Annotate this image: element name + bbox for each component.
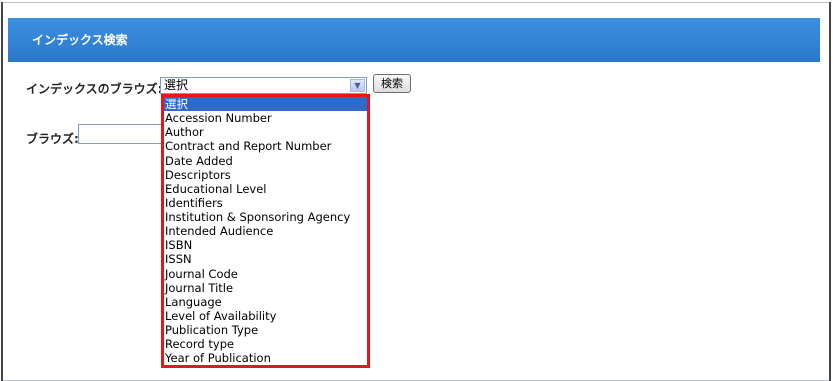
left-border [1, 2, 3, 381]
dropdown-option[interactable]: 選択 [164, 97, 367, 112]
dropdown-option[interactable]: Level of Availability [164, 309, 367, 323]
dropdown-option[interactable]: Intended Audience [164, 224, 367, 238]
index-dropdown-list[interactable]: 選択 Accession Number Author Contract and Rep… [161, 94, 370, 368]
dropdown-option[interactable]: Contract and Report Number [164, 139, 367, 153]
browse-input[interactable] [78, 124, 168, 144]
dropdown-option[interactable]: Accession Number [164, 111, 367, 125]
dropdown-option[interactable]: ISBN [164, 238, 367, 252]
index-select[interactable]: 選択 ▼ [160, 77, 367, 94]
dropdown-option[interactable]: ISSN [164, 252, 367, 266]
browse-label: ブラウズ: [26, 132, 79, 146]
dropdown-option[interactable]: Author [164, 125, 367, 139]
right-border [829, 2, 831, 381]
index-select-value: 選択 [164, 78, 189, 92]
dropdown-option[interactable]: Language [164, 295, 367, 309]
dropdown-option[interactable]: Descriptors [164, 168, 367, 182]
index-browse-label: インデックスのブラウズ: [26, 82, 163, 96]
dropdown-option[interactable]: Record type [164, 337, 367, 351]
page-header: インデックス検索 [8, 18, 820, 62]
dropdown-option[interactable]: Journal Title [164, 281, 367, 295]
dropdown-option[interactable]: Year of Publication [164, 351, 367, 365]
dropdown-option[interactable]: Date Added [164, 154, 367, 168]
dropdown-option[interactable]: Identifiers [164, 196, 367, 210]
dropdown-option[interactable]: Publication Type [164, 323, 367, 337]
page-title: インデックス検索 [32, 33, 128, 47]
dropdown-option[interactable]: Journal Code [164, 267, 367, 281]
chevron-down-icon[interactable]: ▼ [350, 79, 365, 92]
dropdown-option[interactable]: Educational Level [164, 182, 367, 196]
search-button[interactable]: 検索 [373, 74, 411, 93]
dropdown-option[interactable]: Institution & Sponsoring Agency [164, 210, 367, 224]
